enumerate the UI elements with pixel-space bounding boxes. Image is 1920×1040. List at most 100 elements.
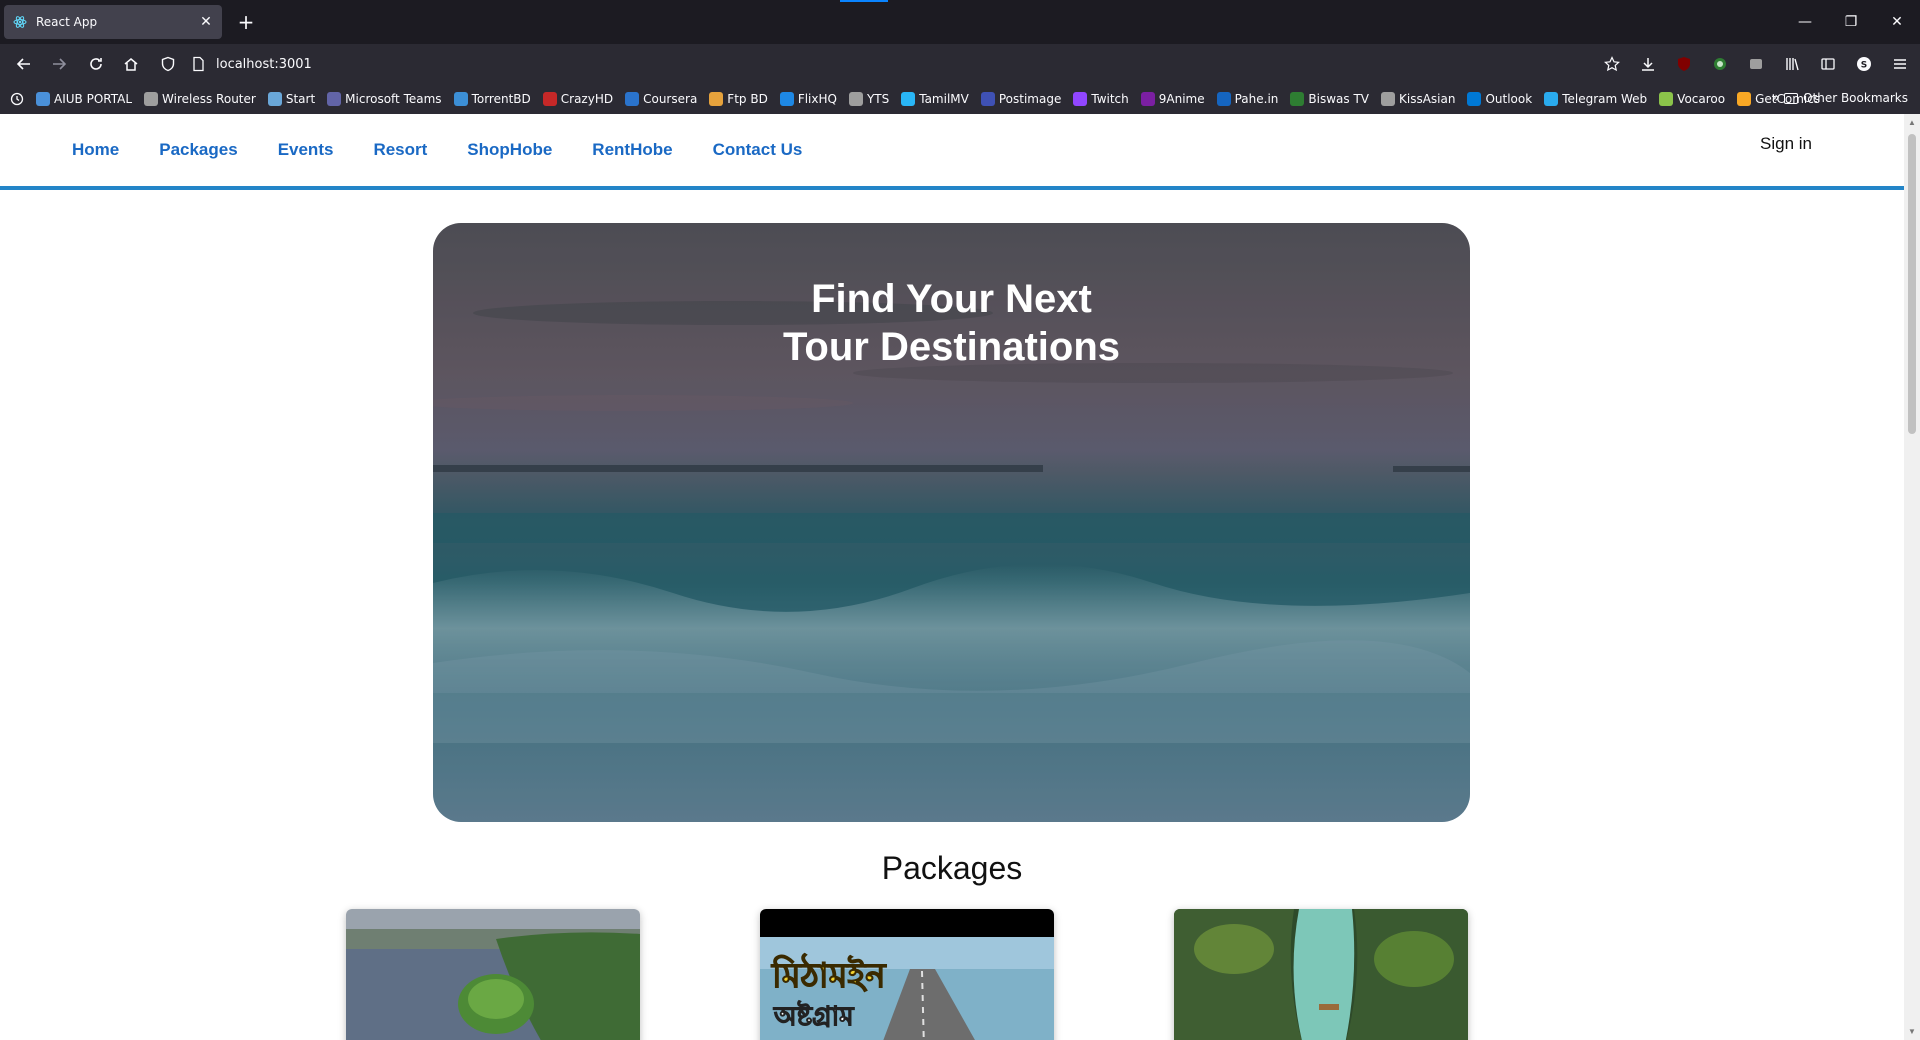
bookmark-favicon-icon [980,92,995,106]
minimize-button[interactable]: — [1782,0,1828,44]
bookmark-favicon-icon [709,92,724,106]
nav-link-events[interactable]: Events [278,140,334,160]
more-bookmarks-button[interactable]: » [1771,90,1780,106]
hero-title: Find Your Next Tour Destinations [433,275,1470,371]
bookmark-item[interactable]: Start [267,92,315,106]
bookmark-item[interactable]: Twitch [1073,92,1129,106]
bookmark-item[interactable]: Telegram Web [1544,92,1647,106]
tab-close-icon[interactable]: ✕ [198,14,214,30]
web-page: Home Packages Events Resort ShopHobe Ren… [0,114,1920,1040]
bookmark-label: Coursera [643,92,698,106]
extension-gray-icon[interactable] [1744,52,1768,76]
folder-icon [1784,92,1799,104]
download-icon[interactable] [1636,52,1660,76]
bookmark-item[interactable]: Outlook [1467,92,1532,106]
bookmark-label: FlixHQ [797,92,837,106]
reload-button[interactable] [84,52,108,76]
history-icon[interactable] [10,92,24,106]
sidebar-icon[interactable] [1816,52,1840,76]
navigation-toolbar: localhost:3001 S [0,44,1920,84]
hero-banner: Find Your Next Tour Destinations [433,223,1470,822]
bookmark-star-icon[interactable] [1600,52,1624,76]
hero-title-line1: Find Your Next [811,277,1092,321]
bookmark-item[interactable]: FlixHQ [779,92,837,106]
forward-button[interactable] [47,52,71,76]
bookmark-favicon-icon [453,92,468,106]
sign-in-button[interactable]: Sign in [1760,134,1812,154]
close-window-button[interactable]: ✕ [1874,0,1920,44]
bookmark-item[interactable]: TamilMV [901,92,969,106]
tab-strip: React App ✕ + — ❐ ✕ [0,0,1920,44]
bookmark-item[interactable]: Biswas TV [1290,92,1369,106]
restore-button[interactable]: ❐ [1828,0,1874,44]
bookmark-item[interactable]: Microsoft Teams [327,92,442,106]
bookmark-favicon-icon [144,92,159,106]
bookmark-item[interactable]: AIUB PORTAL [36,92,132,106]
bookmark-label: Microsoft Teams [345,92,442,106]
bookmark-label: TorrentBD [471,92,531,106]
bookmark-favicon-icon [542,92,557,106]
bookmark-favicon-icon [848,92,863,106]
canyon-river-image [1174,909,1468,1040]
package-card-3[interactable] [1174,909,1468,1040]
bookmark-item[interactable]: Vocaroo [1659,92,1725,106]
bookmark-favicon-icon [1381,92,1395,106]
bookmark-item[interactable]: TorrentBD [453,92,531,106]
nav-link-home[interactable]: Home [72,140,119,160]
mithamoin-road-image: মিঠামইন অষ্টগ্রাম [760,909,1054,1040]
menu-icon[interactable] [1888,52,1912,76]
bookmarks-toolbar: AIUB PORTAL Wireless Router Start Microsoft… [0,84,1920,114]
packages-heading: Packages [881,850,1023,886]
bookmark-item[interactable]: Postimage [980,92,1061,106]
library-icon[interactable] [1780,52,1804,76]
bookmark-favicon-icon [1140,92,1155,106]
ublock-icon[interactable] [1672,52,1696,76]
back-button[interactable] [12,52,36,76]
bookmark-label: AIUB PORTAL [54,92,133,106]
extension-green-icon[interactable] [1708,52,1732,76]
bookmark-label: Vocaroo [1677,92,1726,106]
home-button[interactable] [119,52,143,76]
nav-link-renthobe[interactable]: RentHobe [592,140,672,160]
bookmark-label: Ftp BD [727,92,768,106]
bookmark-item[interactable]: Coursera [625,92,697,106]
scroll-up-arrow-icon[interactable]: ▲ [1908,118,1916,127]
bookmark-item[interactable]: Ftp BD [709,92,768,106]
bookmark-label: Telegram Web [1562,92,1648,106]
package-card-2[interactable]: মিঠামইন অষ্টগ্রাম [760,909,1054,1040]
react-icon [12,14,28,30]
window-controls: — ❐ ✕ [1782,0,1920,44]
back-arrow-icon [16,58,30,70]
bookmark-favicon-icon [901,92,916,106]
package-card-1[interactable] [346,909,640,1040]
bookmark-favicon-icon [36,92,50,106]
tab-react-app[interactable]: React App ✕ [4,5,222,39]
site-navbar: Home Packages Events Resort ShopHobe Ren… [0,114,1904,190]
page-scrollbar[interactable]: ▲ ▼ [1904,114,1920,1040]
account-avatar-icon[interactable]: S [1852,52,1876,76]
scroll-down-arrow-icon[interactable]: ▼ [1908,1027,1916,1036]
other-bookmarks-label: Other Bookmarks [1803,91,1908,105]
new-tab-button[interactable]: + [234,10,258,34]
bookmark-label: KissAsian [1399,92,1456,106]
bookmark-item[interactable]: 9Anime [1140,92,1205,106]
forward-arrow-icon [53,58,67,70]
bookmark-item[interactable]: CrazyHD [542,92,613,106]
toolbar-right: S [1600,52,1912,76]
bookmark-item[interactable]: YTS [848,92,889,106]
tab-strip-accent [840,0,888,2]
nav-link-contact-us[interactable]: Contact Us [713,140,803,160]
bookmark-item[interactable]: Pahe.in [1216,92,1278,106]
scrollbar-thumb[interactable] [1908,134,1916,434]
url-bar[interactable]: localhost:3001 [160,48,1600,80]
nav-link-resort[interactable]: Resort [373,140,427,160]
nav-link-shophobe[interactable]: ShopHobe [467,140,552,160]
site-nav-links: Home Packages Events Resort ShopHobe Ren… [52,140,822,160]
bookmark-item[interactable]: Wireless Router [144,92,256,106]
bookmark-favicon-icon [1290,92,1305,106]
bookmark-item[interactable]: KissAsian [1381,92,1455,106]
other-bookmarks-folder[interactable]: Other Bookmarks [1784,91,1908,105]
bookmark-favicon-icon [1659,92,1674,106]
nav-link-packages[interactable]: Packages [159,140,237,160]
bookmark-label: Biswas TV [1308,92,1369,106]
